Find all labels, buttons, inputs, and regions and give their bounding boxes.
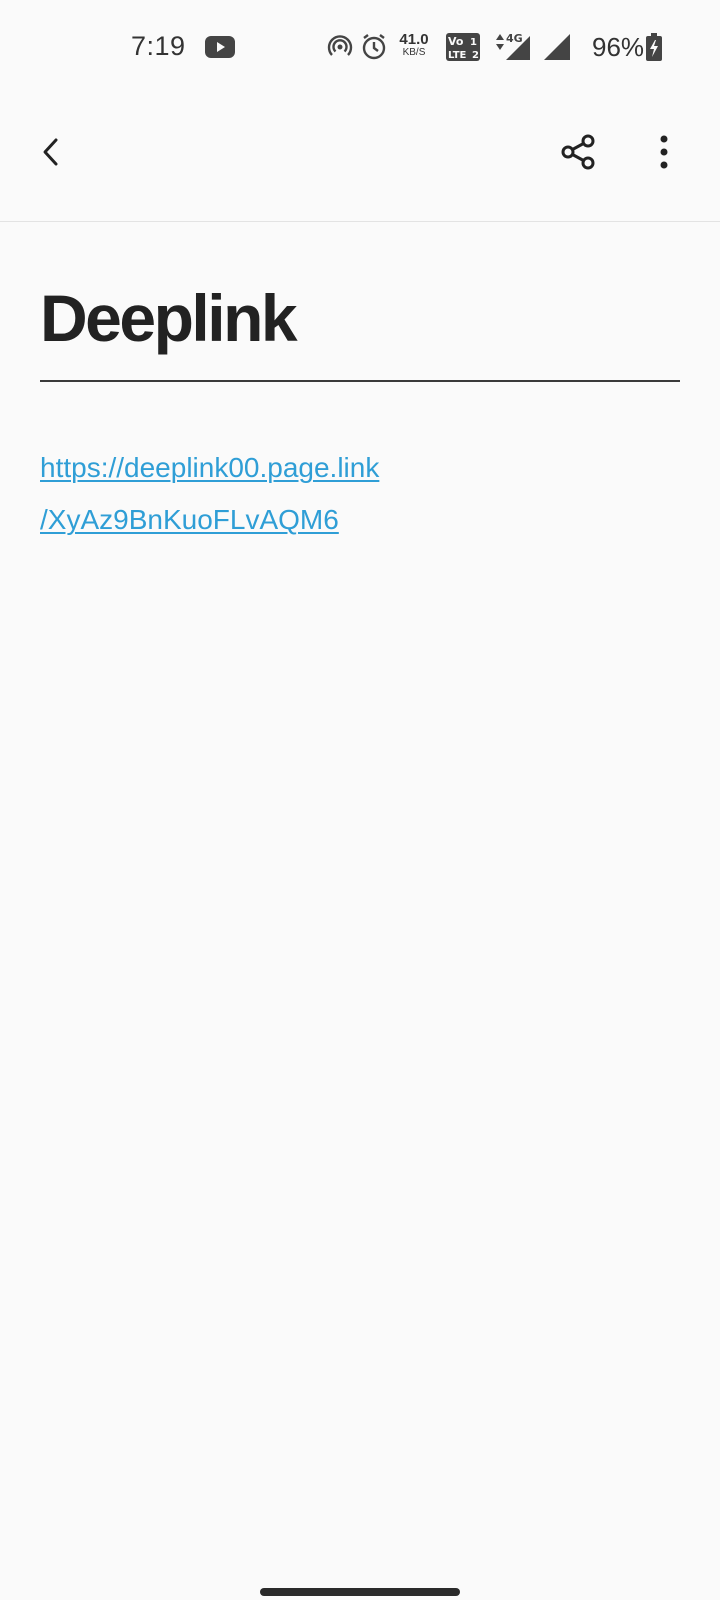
gesture-nav-handle[interactable] [260,1588,460,1596]
share-icon [560,133,598,176]
svg-text:LTE: LTE [448,50,467,61]
note-link-line-2[interactable]: /XyAz9BnKuoFLvAQM6 [40,494,450,546]
network-speed: 41.0 KB/S [396,32,432,58]
note-screen: 7:19 41.0 KB/S Vo 1 LTE 2 4G 96% Deeplin… [0,0,720,1600]
svg-text:2: 2 [472,50,479,61]
youtube-icon [205,36,235,63]
network-type-label: 4G [506,32,523,45]
svg-text:1: 1 [470,37,477,48]
more-options-button[interactable] [636,126,692,182]
back-icon [40,136,64,173]
status-bar: 7:19 41.0 KB/S Vo 1 LTE 2 4G 96% [0,0,720,96]
hotspot-icon [327,34,353,68]
status-time: 7:19 [131,31,186,61]
note-link-line-1[interactable]: https://deeplink00.page.link [40,442,450,494]
note-toolbar [0,96,720,222]
battery-percent: 96% [592,32,645,62]
share-button[interactable] [551,126,607,182]
svg-text:Vo: Vo [448,35,464,48]
volte-icon: Vo 1 LTE 2 [446,33,480,67]
title-divider [40,380,680,382]
note-content: Deeplink https://deeplink00.page.link /X… [40,222,680,546]
more-vert-icon [659,135,669,174]
network-speed-unit: KB/S [402,47,426,58]
network-speed-value: 41.0 [399,31,429,48]
back-button[interactable] [24,126,80,182]
alarm-icon [361,33,387,67]
battery-charging-icon [645,33,663,67]
note-link[interactable]: https://deeplink00.page.link /XyAz9BnKuo… [40,442,450,546]
signal-icon: 4G [492,32,532,66]
note-title[interactable]: Deeplink [40,285,680,351]
signal-icon [544,34,572,68]
